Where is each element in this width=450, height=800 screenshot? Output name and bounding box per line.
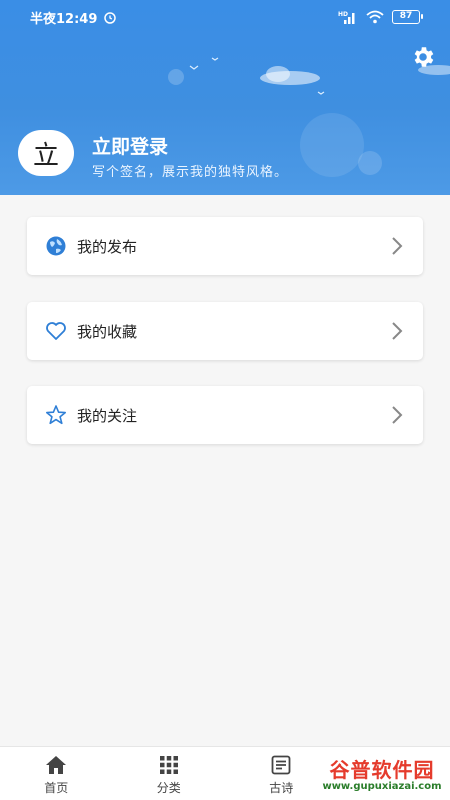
menu-item-label: 我的关注 bbox=[77, 406, 138, 425]
document-icon bbox=[271, 755, 291, 775]
menu-item-favorites[interactable]: 我的收藏 bbox=[27, 302, 423, 360]
chevron-right-icon bbox=[392, 237, 403, 255]
menu-item-label: 我的收藏 bbox=[77, 322, 138, 341]
globe-icon bbox=[45, 234, 69, 258]
battery-indicator: 87 bbox=[392, 10, 423, 24]
profile-header: 半夜12:49 HD 87 立 立即登录 写个签名，展示我的独特风格。 bbox=[0, 0, 450, 195]
home-icon bbox=[46, 756, 67, 774]
status-bar: 半夜12:49 HD 87 bbox=[0, 0, 450, 34]
login-link[interactable]: 立即登录 bbox=[92, 132, 168, 159]
status-right: HD 87 bbox=[338, 10, 423, 24]
grid-icon bbox=[159, 756, 178, 774]
tab-home[interactable]: 首页 bbox=[0, 747, 113, 800]
menu-item-publish[interactable]: 我的发布 bbox=[27, 217, 423, 275]
tab-label: 分类 bbox=[156, 781, 181, 795]
chevron-right-icon bbox=[392, 322, 403, 340]
chevron-right-icon bbox=[392, 406, 403, 424]
alarm-icon bbox=[104, 12, 117, 24]
menu-item-label: 我的发布 bbox=[77, 237, 138, 256]
svg-text:HD: HD bbox=[338, 11, 348, 18]
menu-item-following[interactable]: 我的关注 bbox=[27, 386, 423, 444]
signature-text: 写个签名，展示我的独特风格。 bbox=[92, 165, 289, 180]
tab-category[interactable]: 分类 bbox=[113, 747, 226, 800]
star-icon bbox=[45, 403, 69, 427]
signal-icon: HD bbox=[338, 11, 355, 24]
heart-icon bbox=[45, 319, 69, 343]
wifi-icon bbox=[366, 10, 384, 24]
watermark-logo: 谷普软件园 www.gupuxiazai.com bbox=[314, 752, 450, 798]
watermark-brand: 谷普软件园 bbox=[329, 757, 435, 782]
tab-label: 古诗 bbox=[269, 781, 294, 795]
watermark-url: www.gupuxiazai.com bbox=[322, 780, 442, 792]
gear-icon[interactable] bbox=[410, 44, 436, 70]
status-time: 半夜12:49 bbox=[30, 8, 117, 27]
avatar[interactable]: 立 bbox=[18, 130, 74, 176]
tab-label: 首页 bbox=[44, 781, 69, 795]
